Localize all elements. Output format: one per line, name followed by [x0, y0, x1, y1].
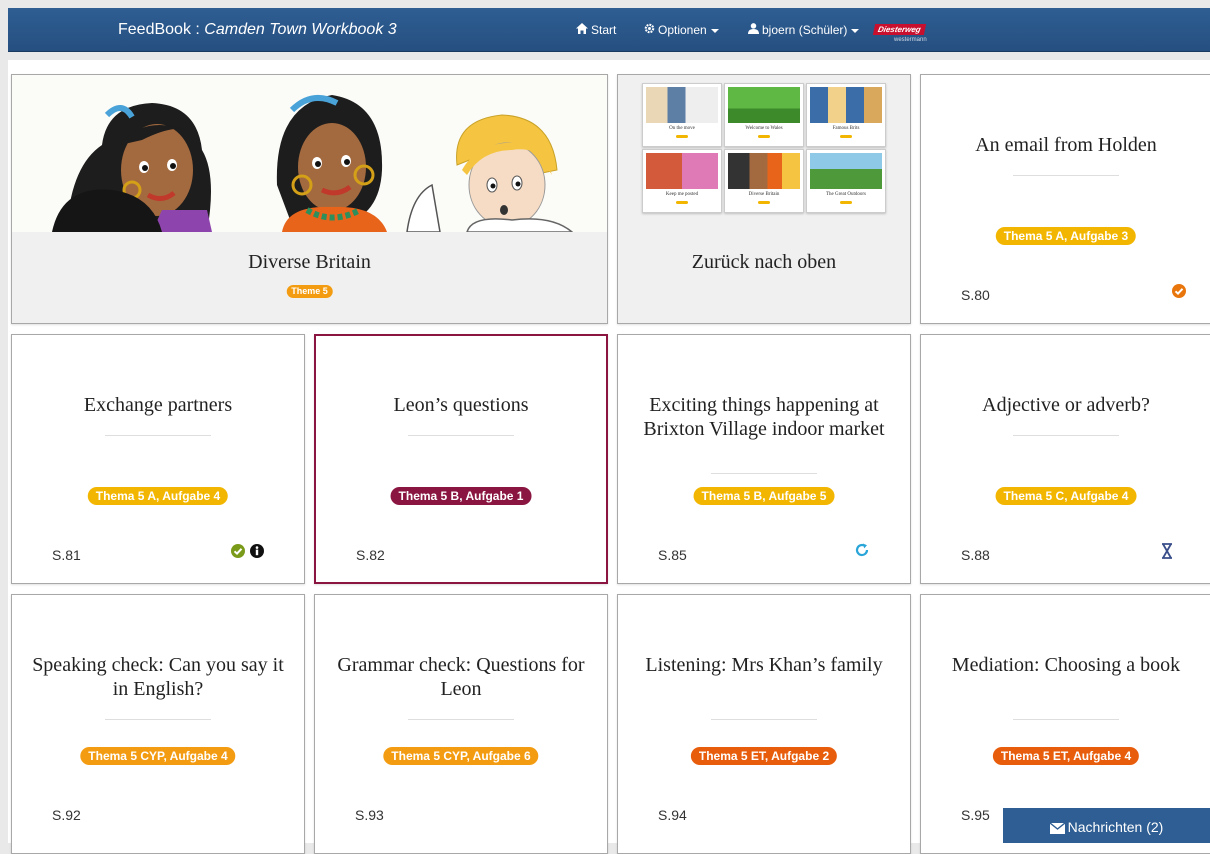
check-circle-icon: [230, 543, 246, 564]
theme-thumb: Welcome to Wales: [724, 83, 804, 147]
back-to-top-card[interactable]: On the move Welcome to Wales Famous Brit…: [617, 74, 911, 324]
theme-thumb-caption: On the move: [669, 126, 695, 131]
theme-thumb: Diverse Britain: [724, 149, 804, 213]
exercise-card[interactable]: Exchange partners Thema 5 A, Aufgabe 4 S…: [11, 334, 305, 584]
exercise-title: Leon’s questions: [393, 394, 529, 416]
exercise-title: Exchange partners: [83, 394, 233, 416]
hero-theme-badge: Theme 5: [286, 285, 333, 298]
exercise-title: Adjective or adverb?: [982, 394, 1150, 416]
logo-main-text: Diesterweg: [872, 24, 926, 35]
divider: [1013, 719, 1119, 720]
page-number: S.95: [961, 807, 990, 823]
user-icon: [748, 23, 759, 37]
hourglass-icon: [1161, 543, 1173, 564]
page-number: S.88: [961, 547, 990, 563]
divider: [1013, 175, 1119, 176]
info-circle-icon[interactable]: [249, 543, 265, 564]
exercise-card[interactable]: Exciting things happening at Brixton Vil…: [617, 334, 911, 584]
theme-thumb-caption: Keep me posted: [665, 192, 699, 197]
theme-thumbnails: On the move Welcome to Wales Famous Brit…: [642, 83, 886, 213]
exercise-card-selected[interactable]: Leon’s questions Thema 5 B, Aufgabe 1 S.…: [314, 334, 608, 584]
back-to-top-title: Zurück nach oben: [691, 251, 837, 273]
exercise-badge: Thema 5 CYP, Aufgabe 4: [80, 747, 236, 765]
divider: [711, 473, 817, 474]
exercise-title: Listening: Mrs Khan’s family: [645, 654, 883, 676]
exercise-badge: Thema 5 CYP, Aufgabe 6: [383, 747, 539, 765]
home-icon: [576, 23, 588, 37]
unit-grid: Diverse Britain Theme 5 On the move Welc…: [8, 60, 1210, 854]
nav-start-label: Start: [591, 23, 617, 37]
page-number: S.94: [658, 807, 687, 823]
messages-label: Nachrichten (2): [1067, 819, 1164, 835]
page-number: S.80: [961, 287, 990, 303]
brand-book-title: Camden Town Workbook 3: [204, 21, 397, 38]
page-number: S.92: [52, 807, 81, 823]
page-number: S.93: [355, 807, 384, 823]
exercise-card[interactable]: Grammar check: Questions for Leon Thema …: [314, 594, 608, 854]
exercise-badge: Thema 5 A, Aufgabe 3: [995, 227, 1137, 245]
nav-start[interactable]: Start: [576, 23, 616, 37]
exercise-badge: Thema 5 A, Aufgabe 4: [87, 487, 229, 505]
divider: [711, 719, 817, 720]
page-number: S.82: [356, 547, 385, 563]
hero-title: Diverse Britain: [248, 251, 371, 273]
caret-down-icon: [710, 28, 719, 33]
top-navbar: FeedBook : Camden Town Workbook 3 Start …: [8, 8, 1210, 52]
brand-prefix: FeedBook :: [118, 21, 205, 38]
divider: [1013, 435, 1119, 436]
messages-button[interactable]: Nachrichten (2): [1003, 808, 1210, 843]
exercise-badge: Thema 5 ET, Aufgabe 4: [992, 747, 1140, 765]
theme-thumb: On the move: [642, 83, 722, 147]
caret-down-icon: [851, 28, 860, 33]
theme-thumb: The Great Outdoors: [806, 149, 886, 213]
theme-thumb-caption: Welcome to Wales: [745, 126, 783, 131]
theme-thumb-caption: Famous Brits: [832, 126, 860, 131]
nav-user-dropdown[interactable]: bjoern (Schüler): [748, 23, 860, 37]
exercise-badge: Thema 5 B, Aufgabe 1: [390, 487, 532, 505]
theme-thumb-caption: Diverse Britain: [748, 192, 780, 197]
exercise-title: Speaking check: Can you say it in Englis…: [32, 654, 284, 700]
divider: [105, 719, 211, 720]
theme-thumb: Keep me posted: [642, 149, 722, 213]
exercise-title: Exciting things happening at Brixton Vil…: [643, 394, 885, 440]
logo-sub-text: westermann: [894, 37, 927, 43]
exercise-badge: Thema 5 B, Aufgabe 5: [693, 487, 835, 505]
divider: [105, 435, 211, 436]
nav-options-label: Optionen: [658, 23, 707, 37]
nav-options-dropdown[interactable]: Optionen: [644, 23, 719, 37]
refresh-icon: [854, 542, 870, 563]
exercise-badge: Thema 5 ET, Aufgabe 2: [690, 747, 838, 765]
exercise-card[interactable]: Adjective or adverb? Thema 5 C, Aufgabe …: [920, 334, 1210, 584]
publisher-logo: Diesterweg westermann: [872, 19, 944, 43]
page-number: S.81: [52, 547, 81, 563]
exercise-title: Mediation: Choosing a book: [951, 654, 1181, 676]
page-number: S.85: [658, 547, 687, 563]
nav-user-label: bjoern (Schüler): [762, 23, 848, 37]
hero-illustration: [12, 75, 607, 232]
exercise-badge: Thema 5 C, Aufgabe 4: [995, 487, 1137, 505]
divider: [408, 435, 514, 436]
theme-hero-card[interactable]: Diverse Britain Theme 5: [11, 74, 608, 324]
exercise-card[interactable]: An email from Holden Thema 5 A, Aufgabe …: [920, 74, 1210, 324]
app-brand[interactable]: FeedBook : Camden Town Workbook 3: [118, 21, 397, 39]
check-circle-icon: [1171, 283, 1187, 304]
exercise-title: An email from Holden: [975, 134, 1157, 156]
exercise-title: Grammar check: Questions for Leon: [337, 654, 585, 700]
exercise-card[interactable]: Listening: Mrs Khan’s family Thema 5 ET,…: [617, 594, 911, 854]
envelope-icon: [1049, 810, 1066, 848]
divider: [408, 719, 514, 720]
exercise-card[interactable]: Speaking check: Can you say it in Englis…: [11, 594, 305, 854]
theme-thumb-caption: The Great Outdoors: [826, 192, 866, 197]
gear-icon: [644, 23, 655, 37]
theme-thumb: Famous Brits: [806, 83, 886, 147]
